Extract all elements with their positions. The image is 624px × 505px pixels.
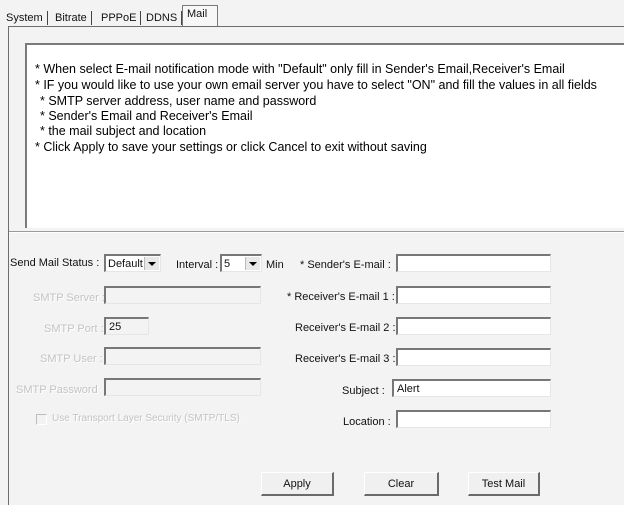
instruction-line: * When select E-mail notification mode w… (35, 62, 565, 76)
secure-checkbox[interactable] (36, 414, 47, 425)
smtp-server-input[interactable] (104, 286, 261, 304)
interval-label: Interval : (176, 259, 219, 271)
smtp-user-input[interactable] (104, 347, 261, 365)
secure-checkbox-label: Use Transport Layer Security (SMTP/TLS) (52, 413, 240, 424)
tab-pppoe[interactable]: PPPoE (101, 10, 143, 26)
apply-button[interactable]: Apply (261, 472, 334, 496)
instruction-line: * Sender's Email and Receiver's Email (40, 109, 253, 123)
receiver-email-3-input[interactable] (396, 348, 551, 366)
tab-bar: System Bitrate PPPoE DDNS Mail (0, 0, 624, 36)
interval-value: 5 (224, 258, 231, 270)
location-label: Location : (343, 416, 391, 428)
sender-email-input[interactable] (396, 254, 551, 272)
tab-system[interactable]: System (6, 10, 48, 26)
smtp-port-input[interactable]: 25 (104, 317, 149, 335)
receiver-email-2-label: Receiver's E-mail 2 : (295, 322, 396, 334)
subject-input[interactable]: Alert (392, 379, 551, 397)
chevron-down-icon[interactable] (245, 257, 260, 270)
test-mail-button[interactable]: Test Mail (468, 472, 540, 496)
smtp-server-label: SMTP Server : (33, 292, 105, 304)
receiver-email-1-label: * Receiver's E-mail 1 : (287, 291, 395, 303)
smtp-password-label: SMTP Password : (16, 384, 100, 396)
tab-bitrate[interactable]: Bitrate (55, 10, 92, 26)
receiver-email-1-input[interactable] (396, 286, 551, 304)
send-mail-status-label: Send Mail Status : (10, 257, 100, 269)
interval-unit: Min (266, 259, 284, 271)
sender-email-label: * Sender's E-mail : (300, 259, 391, 271)
clear-button[interactable]: Clear (364, 472, 439, 496)
tab-ddns[interactable]: DDNS (146, 10, 183, 26)
instruction-line: * the mail subject and location (40, 124, 207, 138)
send-mail-status-value: Default (108, 258, 143, 270)
chevron-down-icon[interactable] (144, 257, 159, 270)
receiver-email-3-label: Receiver's E-mail 3 : (295, 353, 396, 365)
smtp-password-input[interactable] (104, 378, 261, 396)
tab-mail[interactable]: Mail (182, 5, 219, 26)
receiver-email-2-input[interactable] (396, 317, 551, 335)
panel-border-top (8, 26, 624, 27)
send-mail-status-select[interactable]: Default (104, 254, 161, 272)
interval-select[interactable]: 5 (220, 254, 262, 272)
instruction-line: * SMTP server address, user name and pas… (40, 94, 317, 108)
subject-label: Subject : (342, 385, 385, 397)
instruction-line: * Click Apply to save your settings or c… (35, 140, 427, 154)
instruction-line: * IF you would like to use your own emai… (35, 78, 597, 92)
smtp-user-label: SMTP User : (40, 353, 103, 365)
location-input[interactable] (396, 410, 551, 428)
instructions-box: * When select E-mail notification mode w… (25, 43, 624, 228)
smtp-port-label: SMTP Port : (44, 323, 104, 335)
divider (9, 232, 624, 233)
panel-border-left (8, 26, 9, 505)
